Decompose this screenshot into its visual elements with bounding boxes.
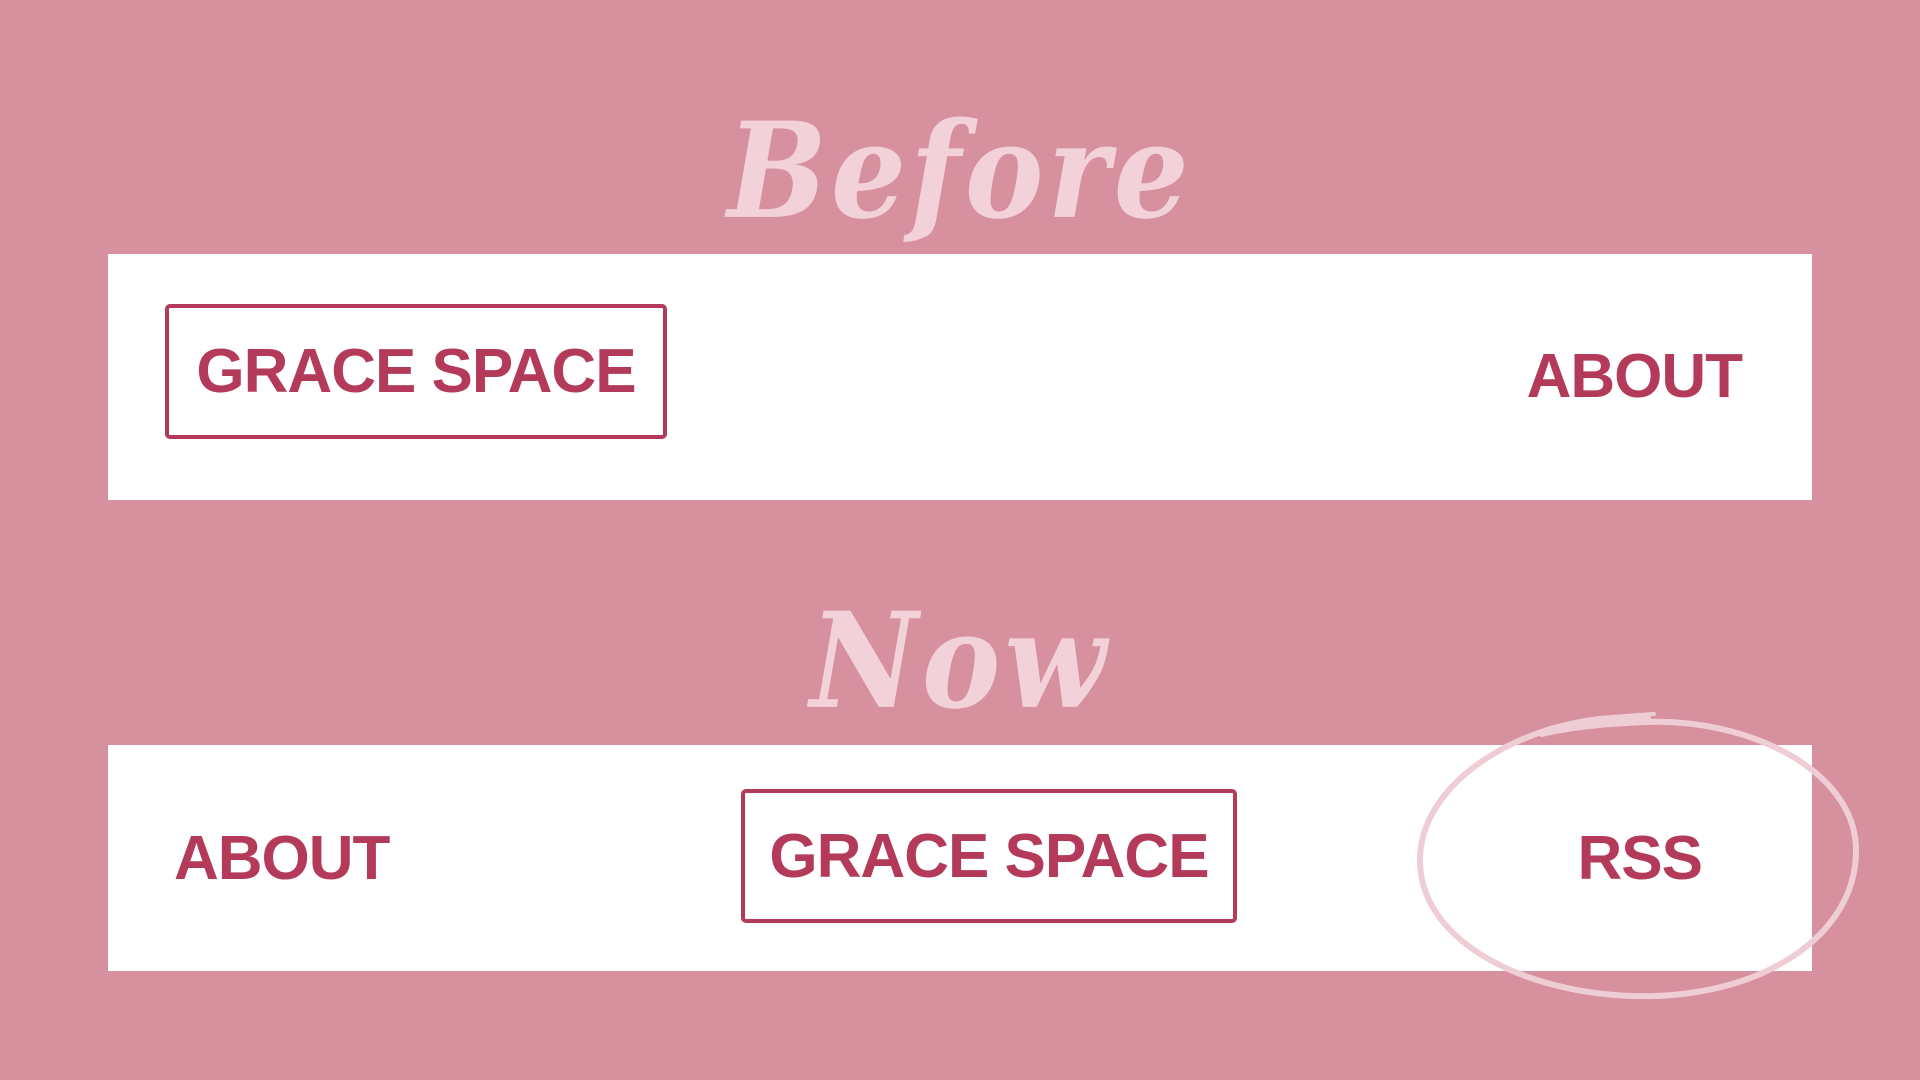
navbar-before: GRACE SPACE ABOUT bbox=[108, 254, 1812, 500]
before-heading: Before bbox=[727, 92, 1193, 249]
now-heading: Now bbox=[809, 582, 1111, 739]
nav-link-rss[interactable]: RSS bbox=[1578, 828, 1703, 890]
nav-link-about[interactable]: ABOUT bbox=[1527, 346, 1743, 408]
site-logo-button[interactable]: GRACE SPACE bbox=[165, 304, 667, 439]
site-logo-button[interactable]: GRACE SPACE bbox=[741, 789, 1237, 923]
navbar-now: ABOUT GRACE SPACE RSS bbox=[108, 745, 1812, 971]
nav-link-about[interactable]: ABOUT bbox=[174, 828, 390, 890]
